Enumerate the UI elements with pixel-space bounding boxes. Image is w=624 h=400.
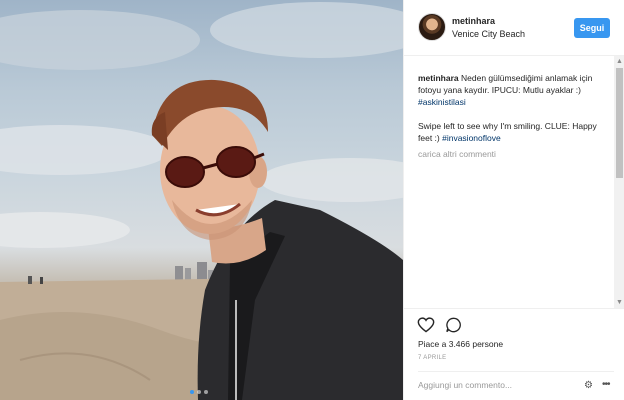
caption-hashtag[interactable]: #askinistilasi — [418, 97, 466, 107]
caption-username[interactable]: metinhara — [418, 73, 459, 83]
comment-input[interactable] — [418, 378, 568, 392]
post-actions: Piace a 3.466 persone 7 APRILE ⚙ ••• — [404, 308, 624, 400]
caption-translation: Swipe left to see why I'm smiling. CLUE:… — [418, 120, 608, 144]
comments-scrollbar[interactable]: ▲ ▼ — [614, 56, 624, 308]
more-dots-icon[interactable]: ••• — [602, 379, 610, 390]
caption: metinhara Neden gülümsediğimi anlamak iç… — [418, 72, 608, 108]
scroll-up-arrow-icon[interactable]: ▲ — [614, 56, 624, 67]
post-photo[interactable] — [0, 0, 403, 400]
follow-button[interactable]: Segui — [574, 18, 610, 38]
post-side-panel: metinhara Venice City Beach Segui metinh… — [403, 0, 624, 400]
carousel-dot[interactable] — [197, 390, 201, 394]
load-more-comments-link[interactable]: carica altri commenti — [418, 148, 608, 160]
scroll-down-arrow-icon[interactable]: ▼ — [614, 297, 624, 308]
beach-selfie-image — [0, 2, 403, 400]
avatar[interactable] — [418, 13, 446, 41]
comment-bar: ⚙ ••• — [418, 371, 614, 393]
heart-outline-icon[interactable] — [417, 317, 435, 333]
comments-section: metinhara Neden gülümsediğimi anlamak iç… — [418, 72, 608, 160]
carousel-dots[interactable] — [190, 390, 208, 394]
post-header: metinhara Venice City Beach Segui — [404, 0, 624, 56]
speech-bubble-icon[interactable] — [445, 317, 462, 333]
action-icons — [417, 317, 462, 333]
likes-count[interactable]: Piace a 3.466 persone — [418, 339, 503, 349]
scroll-thumb[interactable] — [616, 68, 623, 178]
post-date: 7 APRILE — [418, 355, 447, 361]
translation-hashtag[interactable]: #invasionoflove — [442, 133, 501, 143]
carousel-dot[interactable] — [204, 390, 208, 394]
username[interactable]: metinhara — [452, 16, 495, 26]
carousel-dot[interactable] — [190, 390, 194, 394]
location-link[interactable]: Venice City Beach — [452, 29, 525, 39]
gear-icon[interactable]: ⚙ — [584, 380, 593, 391]
